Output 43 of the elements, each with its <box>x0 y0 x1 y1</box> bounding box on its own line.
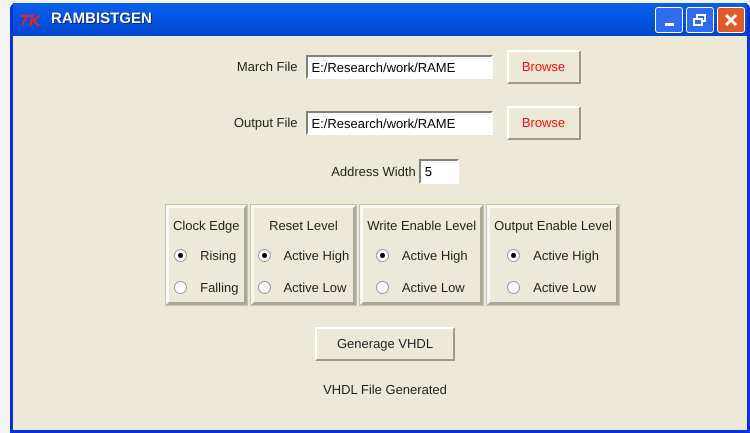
restore-button[interactable] <box>686 6 714 32</box>
restore-icon <box>693 14 707 26</box>
radio-option[interactable]: Active High <box>507 246 599 265</box>
radio-button[interactable] <box>507 281 520 294</box>
option-label: Rising <box>200 246 236 265</box>
radio-button[interactable] <box>174 248 188 262</box>
radio-button[interactable] <box>376 248 389 262</box>
radio-button[interactable] <box>507 248 520 262</box>
option-label: Active High <box>402 246 468 265</box>
close-button[interactable] <box>717 6 745 32</box>
field-label: Output File <box>232 114 298 132</box>
option-label: Falling <box>200 279 238 297</box>
status-text: VHDL File Generated <box>323 381 447 399</box>
option-label: Active Low <box>533 279 596 297</box>
radio-button[interactable] <box>174 281 188 294</box>
minimize-button[interactable] <box>655 6 683 32</box>
file-path-field[interactable]: E:/Research/work/RAME <box>306 111 492 135</box>
group-title: Clock Edge <box>173 217 240 235</box>
option-label: Active Low <box>284 279 346 297</box>
radio-option[interactable]: Active Low <box>507 278 599 298</box>
group-title: Write Enable Level <box>367 217 476 235</box>
radio-button[interactable] <box>258 281 271 294</box>
radio-option[interactable]: Falling <box>174 278 238 298</box>
group-title: Reset Level <box>269 217 338 235</box>
radio-button[interactable] <box>258 248 271 262</box>
window-title: RAMBISTGEN <box>51 9 152 30</box>
generate-vhdl-button[interactable]: Generage VHDL <box>315 327 455 361</box>
address-width-field[interactable]: 5 <box>418 159 459 184</box>
close-icon <box>724 12 738 26</box>
option-label: Active High <box>284 246 350 265</box>
radio-option[interactable]: Active Low <box>258 278 350 298</box>
field-label: Address Width <box>331 162 416 181</box>
radio-option[interactable]: Active High <box>258 246 350 265</box>
radio-option[interactable]: Active Low <box>376 278 468 298</box>
group-title: Output Enable Level <box>494 217 612 235</box>
radio-option[interactable]: Rising <box>174 246 238 265</box>
file-path-field[interactable]: E:/Research/work/RAME <box>306 55 492 79</box>
minimize-icon <box>664 22 674 26</box>
radio-option[interactable]: Active High <box>376 246 468 265</box>
option-label: Active Low <box>402 279 465 297</box>
option-label: Active High <box>533 246 599 265</box>
radio-button[interactable] <box>376 281 389 294</box>
field-label: March File <box>236 58 298 76</box>
